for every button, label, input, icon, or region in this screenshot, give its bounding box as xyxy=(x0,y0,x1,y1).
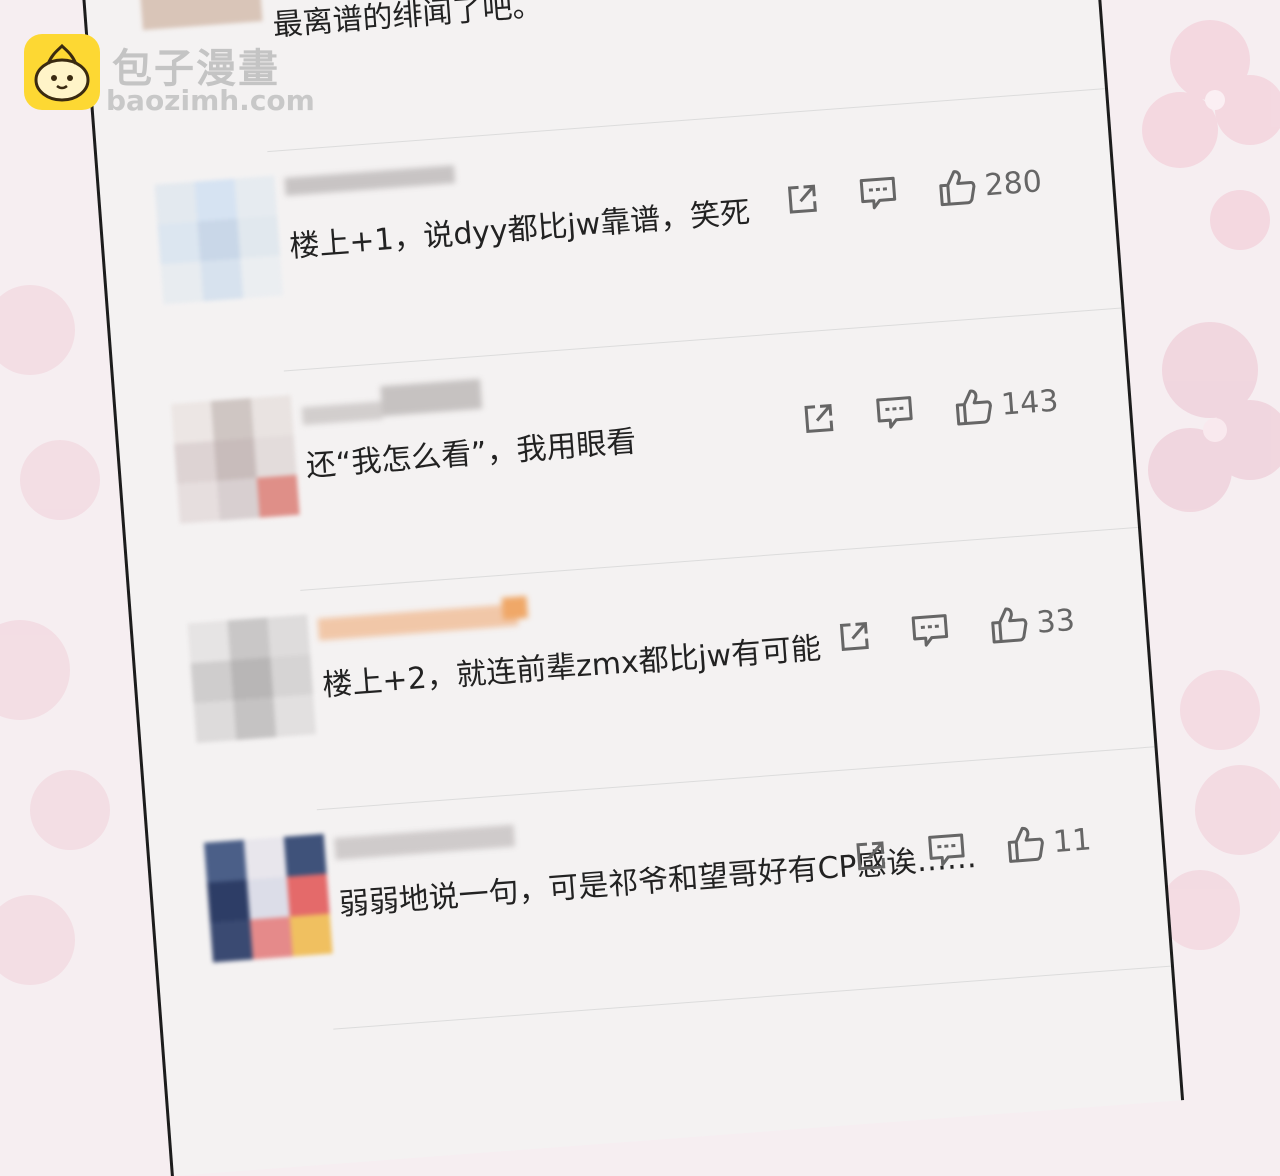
avatar xyxy=(139,0,263,31)
like-icon xyxy=(939,170,976,207)
like-button[interactable]: 143 xyxy=(952,381,1060,429)
comment-icon xyxy=(927,833,965,866)
share-icon xyxy=(856,841,886,871)
like-icon xyxy=(991,607,1028,644)
comment-button[interactable] xyxy=(910,612,950,649)
comment-button[interactable] xyxy=(926,832,966,869)
like-button[interactable]: 33 xyxy=(987,600,1076,646)
like-icon xyxy=(1007,826,1044,863)
share-icon xyxy=(804,404,834,434)
watermark-url: baozimh.com xyxy=(106,84,315,117)
share-icon xyxy=(839,622,869,651)
comment-actions: 33 xyxy=(836,600,1077,658)
comment-icon xyxy=(911,614,948,647)
comment-actions: 280 xyxy=(784,161,1044,220)
comment-button[interactable] xyxy=(874,394,914,431)
like-count: 11 xyxy=(1051,821,1093,860)
like-button[interactable]: 280 xyxy=(935,161,1043,209)
username xyxy=(284,154,467,212)
avatar xyxy=(187,614,317,744)
like-button[interactable]: 11 xyxy=(1004,819,1093,865)
comment-actions: 143 xyxy=(800,381,1060,440)
background-flower xyxy=(0,285,110,985)
avatar xyxy=(154,175,284,305)
username xyxy=(333,813,516,871)
username xyxy=(317,593,529,651)
share-icon xyxy=(787,184,817,214)
comment-icon xyxy=(875,396,913,429)
username xyxy=(300,374,483,432)
watermark-logo: 包子漫畫 baozimh.com xyxy=(24,34,324,117)
comment-icon xyxy=(859,176,896,210)
like-count: 280 xyxy=(983,163,1044,203)
comment-button[interactable] xyxy=(858,175,898,212)
background-flower xyxy=(1148,322,1280,512)
share-button[interactable] xyxy=(836,618,872,654)
like-count: 143 xyxy=(999,383,1060,423)
like-icon xyxy=(955,389,992,426)
like-count: 33 xyxy=(1035,602,1077,641)
share-button[interactable] xyxy=(800,400,836,436)
avatar xyxy=(204,833,333,963)
logo-icon xyxy=(24,34,100,110)
share-button[interactable] xyxy=(784,181,820,217)
avatar xyxy=(171,395,300,524)
share-button[interactable] xyxy=(852,838,888,874)
